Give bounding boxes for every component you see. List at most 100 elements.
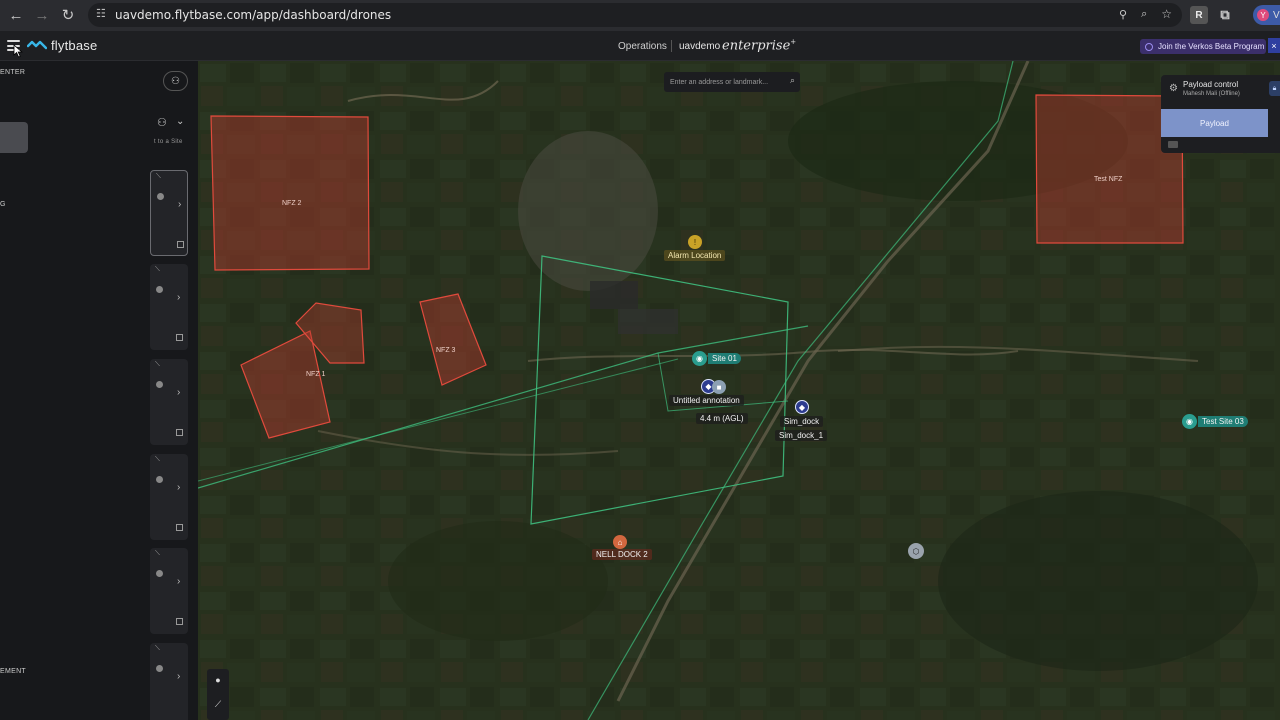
header-divider: [671, 40, 672, 52]
back-icon[interactable]: ←: [3, 2, 29, 28]
building: [618, 309, 678, 334]
left-sidebar: ENTER ⚇ ⚇ ⌄ t to a Site G ⟍ › ⟍ › ⟍ › ⟍ › ⟍ ›…: [0, 61, 198, 720]
sim-dock-1-label: Sim_dock_1: [775, 430, 828, 441]
annotation-label: Untitled annotation: [669, 395, 744, 406]
chevron-right-icon[interactable]: ›: [177, 482, 180, 493]
building: [590, 281, 638, 309]
dock-card[interactable]: ⟍ ›: [150, 454, 188, 540]
location-icon[interactable]: ⚲: [1119, 8, 1127, 21]
open-external-icon[interactable]: [177, 241, 184, 248]
nfz-polygon-2[interactable]: [210, 115, 370, 271]
zoom-icon[interactable]: ⌕: [1141, 8, 1147, 21]
org-tier: enterprise+: [722, 38, 796, 53]
dock-status-dot: [156, 570, 163, 577]
site-settings-icon[interactable]: ☷: [96, 7, 106, 20]
open-external-icon[interactable]: [176, 524, 183, 531]
tier-mark: +: [790, 38, 797, 46]
pin-tool-icon[interactable]: ●: [207, 675, 229, 685]
nfz-label: NFZ 3: [436, 347, 456, 354]
dock-pin-icon[interactable]: ⌂: [613, 535, 627, 549]
map-search-placeholder: Enter an address or landmark...: [670, 78, 769, 86]
dock-status-dot: [156, 665, 163, 672]
app-root: ← → ↻ ☷ uavdemo.flytbase.com/app/dashboa…: [0, 0, 1280, 720]
dock-card[interactable]: ⟍ ›: [150, 359, 188, 445]
nfz-label: NFZ 1: [306, 371, 326, 378]
payload-tool-icon[interactable]: [1168, 141, 1178, 148]
dock-signal-icon: ⟍: [155, 361, 160, 368]
chevron-right-icon[interactable]: ›: [177, 292, 180, 303]
open-external-icon[interactable]: [176, 429, 183, 436]
map-search-input[interactable]: Enter an address or landmark... ⌕: [664, 72, 800, 92]
test-site-pin-icon[interactable]: ◉: [1182, 414, 1197, 429]
dock-card[interactable]: ⟍ ›: [150, 264, 188, 350]
satellite-map[interactable]: NFZ 2 NFZ 1 NFZ 3 Test NFZ Enter an addr…: [198, 61, 1280, 720]
site-hint-text: t to a Site: [154, 139, 183, 145]
dock-status-dot: [156, 286, 163, 293]
beta-banner-text: Join the Verkos Beta Program: [1158, 42, 1265, 51]
browser-toolbar: ← → ↻ ☷ uavdemo.flytbase.com/app/dashboa…: [0, 0, 1280, 31]
dock-signal-icon: ⟍: [155, 266, 160, 273]
chevron-right-icon[interactable]: ›: [177, 387, 180, 398]
chevron-right-icon[interactable]: ›: [178, 199, 181, 210]
payload-button[interactable]: Payload: [1161, 109, 1268, 137]
vegetation: [388, 521, 608, 641]
sim-dock-drone-icon[interactable]: ◆: [795, 400, 809, 414]
measure-tool-icon[interactable]: ⟋: [207, 699, 229, 710]
beta-close-button[interactable]: ×: [1268, 38, 1280, 53]
payload-control-panel: ⚙ Payload control Mahesh Mali (Offline) …: [1161, 75, 1280, 153]
nfz-label: NFZ 2: [282, 200, 302, 207]
dock-signal-icon: ⟍: [156, 173, 161, 180]
lock-icon[interactable]: 🔒︎: [1269, 81, 1280, 96]
extensions-puzzle-icon[interactable]: ⧉: [1216, 6, 1234, 24]
vegetation: [938, 491, 1258, 671]
profile-label: V: [1273, 9, 1280, 21]
dock-card[interactable]: ⟍ ›: [150, 170, 188, 256]
nav-operations[interactable]: Operations: [618, 41, 667, 52]
address-bar[interactable]: ☷ uavdemo.flytbase.com/app/dashboard/dro…: [88, 3, 1182, 27]
alarm-location-label: Alarm Location: [664, 250, 726, 261]
sidebar-section-bottom: EMENT: [0, 668, 26, 675]
site-pin-icon[interactable]: ◉: [692, 351, 707, 366]
sidebar-group-label: G: [0, 201, 6, 208]
chevron-right-icon[interactable]: ›: [177, 671, 180, 682]
flytbase-logo[interactable]: flytbase: [27, 38, 97, 53]
org-name: uavdemo: [679, 41, 721, 52]
open-external-icon[interactable]: [176, 334, 183, 341]
forward-icon[interactable]: →: [29, 2, 55, 28]
map-tools: ● ⟋: [207, 669, 229, 720]
cube-dock-icon[interactable]: ⬡: [908, 543, 924, 559]
payload-button-label: Payload: [1200, 118, 1229, 128]
reload-icon[interactable]: ↻: [55, 2, 81, 28]
profile-button[interactable]: Y V: [1253, 5, 1280, 25]
users-icon[interactable]: ⚇: [157, 116, 167, 129]
dock-status-dot: [156, 381, 163, 388]
open-external-icon[interactable]: [176, 618, 183, 625]
dock-icon[interactable]: ■: [712, 380, 726, 394]
dock-card[interactable]: ⟍ ›: [150, 643, 188, 720]
dock-status-dot: [156, 476, 163, 483]
add-user-icon[interactable]: ⚇: [163, 71, 188, 91]
extension-r-icon[interactable]: R: [1190, 6, 1208, 24]
alarm-icon[interactable]: !: [688, 235, 702, 249]
payload-icon: ⚙: [1169, 83, 1178, 94]
sidebar-section-top: ENTER: [0, 69, 26, 76]
beta-banner[interactable]: Join the Verkos Beta Program: [1140, 39, 1266, 54]
map-canvas[interactable]: [198, 61, 1280, 720]
profile-avatar: Y: [1257, 9, 1269, 21]
logo-text: flytbase: [51, 38, 98, 53]
sidebar-action-button[interactable]: [0, 122, 28, 153]
sim-dock-label: Sim_dock: [780, 416, 824, 427]
dock-signal-icon: ⟍: [155, 456, 160, 463]
url-text: uavdemo.flytbase.com/app/dashboard/drone…: [115, 8, 392, 22]
bookmark-star-icon[interactable]: ☆: [1161, 7, 1172, 21]
nfz-label: Test NFZ: [1094, 176, 1123, 183]
dock-status-dot: [157, 193, 164, 200]
payload-subtitle: Mahesh Mali (Offline): [1183, 91, 1240, 97]
altitude-label: 4.4 m (AGL): [696, 413, 748, 424]
org-tier-text: enterprise: [722, 38, 791, 54]
dock-card[interactable]: ⟍ ›: [150, 548, 188, 634]
test-site-label: Test Site 03: [1198, 416, 1248, 427]
search-icon[interactable]: ⌕: [790, 75, 795, 86]
chevron-down-icon[interactable]: ⌄: [176, 116, 184, 127]
chevron-right-icon[interactable]: ›: [177, 576, 180, 587]
